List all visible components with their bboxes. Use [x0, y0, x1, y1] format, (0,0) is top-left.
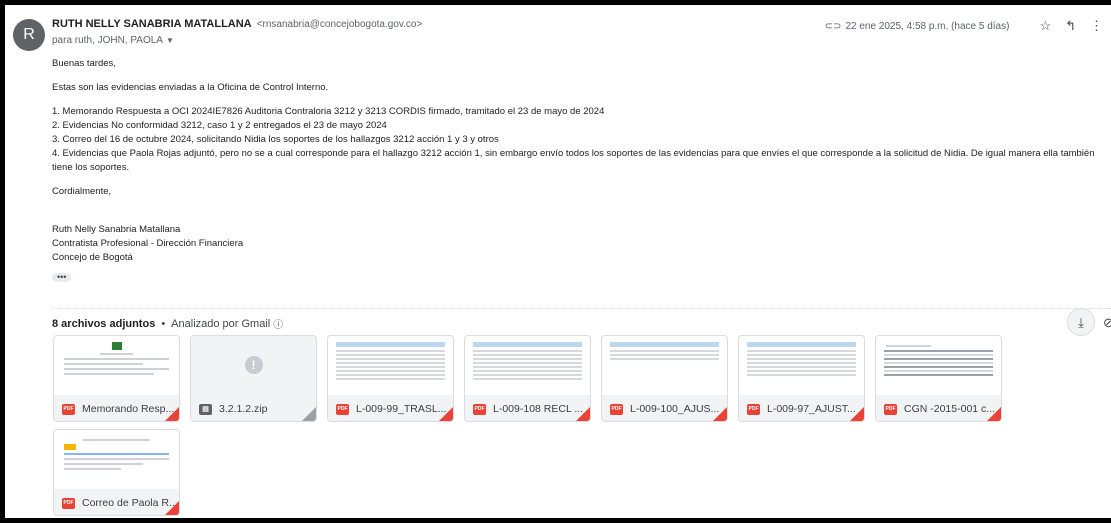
- separator: •: [161, 317, 166, 330]
- show-trimmed-button[interactable]: •••: [52, 273, 72, 282]
- attachment-footer: PDF L-009-100_AJUS...: [602, 395, 727, 421]
- attachment-footer: PDF Correo de Paola R...: [54, 489, 179, 515]
- label-icon[interactable]: ⊂⊃: [825, 21, 842, 32]
- attachments-count: 8 archivos adjuntos: [52, 317, 156, 330]
- attachment-name: L-009-97_AJUST...: [767, 403, 856, 415]
- pdf-icon: PDF: [884, 403, 897, 415]
- attachment-thumbnail: [328, 336, 453, 395]
- attachment-thumbnail: !: [191, 336, 316, 395]
- list-item: 3. Correo del 16 de octubre 2024, solici…: [52, 134, 499, 145]
- attachment-card[interactable]: PDF L-009-97_AJUST...: [738, 335, 865, 422]
- attachment-name: Memorando Resp...: [82, 403, 175, 415]
- attachment-thumbnail: [54, 336, 179, 395]
- list-item: 2. Evidencias No conformidad 3212, caso …: [52, 120, 387, 131]
- attachment-card[interactable]: PDF CGN -2015-001 c...: [875, 335, 1002, 422]
- attachment-thumbnail: [739, 336, 864, 395]
- email-view: R RUTH NELLY SANABRIA MATALLANA <rnsanab…: [5, 5, 1111, 518]
- more-vert-icon[interactable]: ⋮: [1090, 18, 1103, 34]
- attachment-name: 3.2.1.2.zip: [219, 403, 268, 415]
- message-meta: ⊂⊃ 22 ene 2025, 4:58 p.m. (hace 5 días) …: [825, 18, 1103, 34]
- intro-text: Estas son las evidencias enviadas a la O…: [52, 82, 329, 93]
- attachment-card[interactable]: PDF L-009-108 RECL ...: [464, 335, 591, 422]
- recipients-text: para ruth, JOHN, PAOLA: [52, 35, 163, 46]
- pdf-icon: PDF: [747, 403, 760, 415]
- attachment-thumbnail: [876, 336, 1001, 395]
- star-icon[interactable]: ☆: [1039, 18, 1051, 34]
- attachment-footer: PDF L-009-108 RECL ...: [465, 395, 590, 421]
- zip-icon: ▤: [199, 403, 212, 415]
- sender-name[interactable]: RUTH NELLY SANABRIA MATALLANA: [52, 18, 252, 30]
- message-date: 22 ene 2025, 4:58 p.m. (hace 5 días): [845, 20, 1010, 32]
- attachment-card[interactable]: ! ▤ 3.2.1.2.zip: [190, 335, 317, 422]
- logo-icon: [111, 342, 122, 350]
- message-body: Buenas tardes, Estas son las evidencias …: [52, 57, 1102, 285]
- info-icon[interactable]: ⓘ: [273, 316, 283, 331]
- recipients[interactable]: para ruth, JOHN, PAOLA ▼: [52, 35, 174, 46]
- logo-icon: [64, 444, 76, 450]
- divider: [52, 308, 1111, 309]
- attachment-card[interactable]: PDF L-009-100_AJUS...: [601, 335, 728, 422]
- attachment-thumbnail: [465, 336, 590, 395]
- signature-org: Concejo de Bogotá: [52, 252, 133, 263]
- sender-email: <rnsanabria@concejobogota.gov.co>: [256, 19, 423, 30]
- scan-label: Analizado por Gmail: [171, 317, 271, 330]
- pdf-icon: PDF: [62, 497, 75, 509]
- pdf-icon: PDF: [473, 403, 486, 415]
- avatar[interactable]: R: [13, 19, 45, 51]
- attachment-name: L-009-100_AJUS...: [630, 403, 720, 415]
- attachment-name: L-009-99_TRASL...: [356, 403, 447, 415]
- closing: Cordialmente,: [52, 186, 112, 197]
- attachment-footer: PDF Memorando Resp...: [54, 395, 179, 421]
- attachment-name: CGN -2015-001 c...: [904, 403, 996, 415]
- list-item: 4. Evidencias que Paola Rojas adjuntó, p…: [52, 148, 1095, 173]
- add-to-drive-icon[interactable]: ⊘: [1103, 315, 1111, 331]
- attachment-footer: PDF L-009-99_TRASL...: [328, 395, 453, 421]
- list-item: 1. Memorando Respuesta a OCI 2024IE7826 …: [52, 106, 605, 117]
- attachment-card[interactable]: PDF Correo de Paola R...: [53, 429, 180, 516]
- signature-title: Contratista Profesional - Dirección Fina…: [52, 238, 244, 249]
- attachments-header: 8 archivos adjuntos • Analizado por Gmai…: [52, 316, 283, 332]
- greeting: Buenas tardes,: [52, 58, 116, 69]
- reply-icon[interactable]: ↰: [1065, 18, 1076, 34]
- sender-line: RUTH NELLY SANABRIA MATALLANA <rnsanabri…: [52, 18, 422, 30]
- attachment-footer: ▤ 3.2.1.2.zip: [191, 395, 316, 421]
- signature-name: Ruth Nelly Sanabria Matallana: [52, 224, 181, 235]
- pdf-icon: PDF: [610, 403, 623, 415]
- attachment-thumbnail: [602, 336, 727, 395]
- attachment-thumbnail: [54, 430, 179, 489]
- attachment-name: L-009-108 RECL ...: [493, 403, 584, 415]
- chevron-down-icon[interactable]: ▼: [166, 36, 174, 45]
- attachment-footer: PDF CGN -2015-001 c...: [876, 395, 1001, 421]
- attachment-footer: PDF L-009-97_AJUST...: [739, 395, 864, 421]
- attachment-card[interactable]: PDF Memorando Resp...: [53, 335, 180, 422]
- attachment-card[interactable]: PDF L-009-99_TRASL...: [327, 335, 454, 422]
- download-all-icon[interactable]: ⤓: [1067, 308, 1095, 336]
- no-preview-icon: !: [244, 356, 263, 374]
- pdf-icon: PDF: [336, 403, 349, 415]
- pdf-icon: PDF: [62, 403, 75, 415]
